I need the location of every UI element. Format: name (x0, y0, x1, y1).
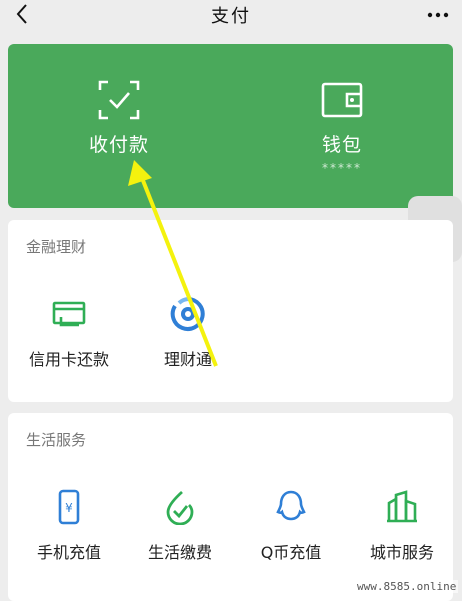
utility-payment-button[interactable]: 生活缴费 (125, 489, 235, 563)
receive-pay-button[interactable]: 收付款 (8, 44, 230, 208)
wallet-balance-masked: ***** (322, 161, 362, 175)
page-title: 支付 (211, 6, 251, 27)
pay-card: 收付款 钱包 ***** (8, 44, 453, 208)
qq-icon (276, 490, 306, 521)
wallet-label: 钱包 (321, 134, 362, 156)
licaitong-button[interactable]: 理财通 (133, 296, 243, 370)
section-title: 生活服务 (26, 431, 87, 449)
finance-section: 金融理财 信用卡还款 理财通 (8, 220, 453, 402)
receive-pay-label: 收付款 (88, 134, 149, 156)
phone-icon: ¥ (58, 489, 80, 525)
city-services-label: 城市服务 (369, 543, 434, 562)
licaitong-label: 理财通 (163, 350, 212, 369)
mobile-topup-label: 手机充值 (36, 543, 101, 562)
credit-card-repay-button[interactable]: 信用卡还款 (14, 296, 124, 370)
credit-card-repay-label: 信用卡还款 (28, 350, 109, 369)
wallet-icon (321, 82, 363, 118)
more-icon[interactable] (426, 3, 450, 27)
section-title: 金融理财 (26, 238, 87, 256)
svg-text:¥: ¥ (65, 501, 73, 515)
wealth-icon (170, 297, 205, 331)
city-icon (387, 490, 417, 523)
watermark-text: www.8585.online (355, 580, 459, 593)
credit-card-icon (52, 301, 86, 327)
scan-check-icon (98, 80, 140, 120)
utility-payment-label: 生活缴费 (147, 543, 212, 562)
q-coin-topup-button[interactable]: Q币充值 (236, 489, 346, 563)
city-services-button[interactable]: 城市服务 (347, 489, 457, 563)
wallet-button[interactable]: 钱包 ***** (231, 44, 453, 208)
q-coin-topup-label: Q币充值 (260, 543, 322, 562)
mobile-topup-button[interactable]: ¥ 手机充值 (14, 489, 124, 563)
back-icon[interactable] (12, 1, 34, 27)
top-bar: 支付 (0, 0, 462, 30)
utility-icon (166, 490, 194, 525)
life-services-section: 生活服务 ¥ 手机充值 生活缴费 Q币充值 城市服务 (8, 413, 453, 601)
